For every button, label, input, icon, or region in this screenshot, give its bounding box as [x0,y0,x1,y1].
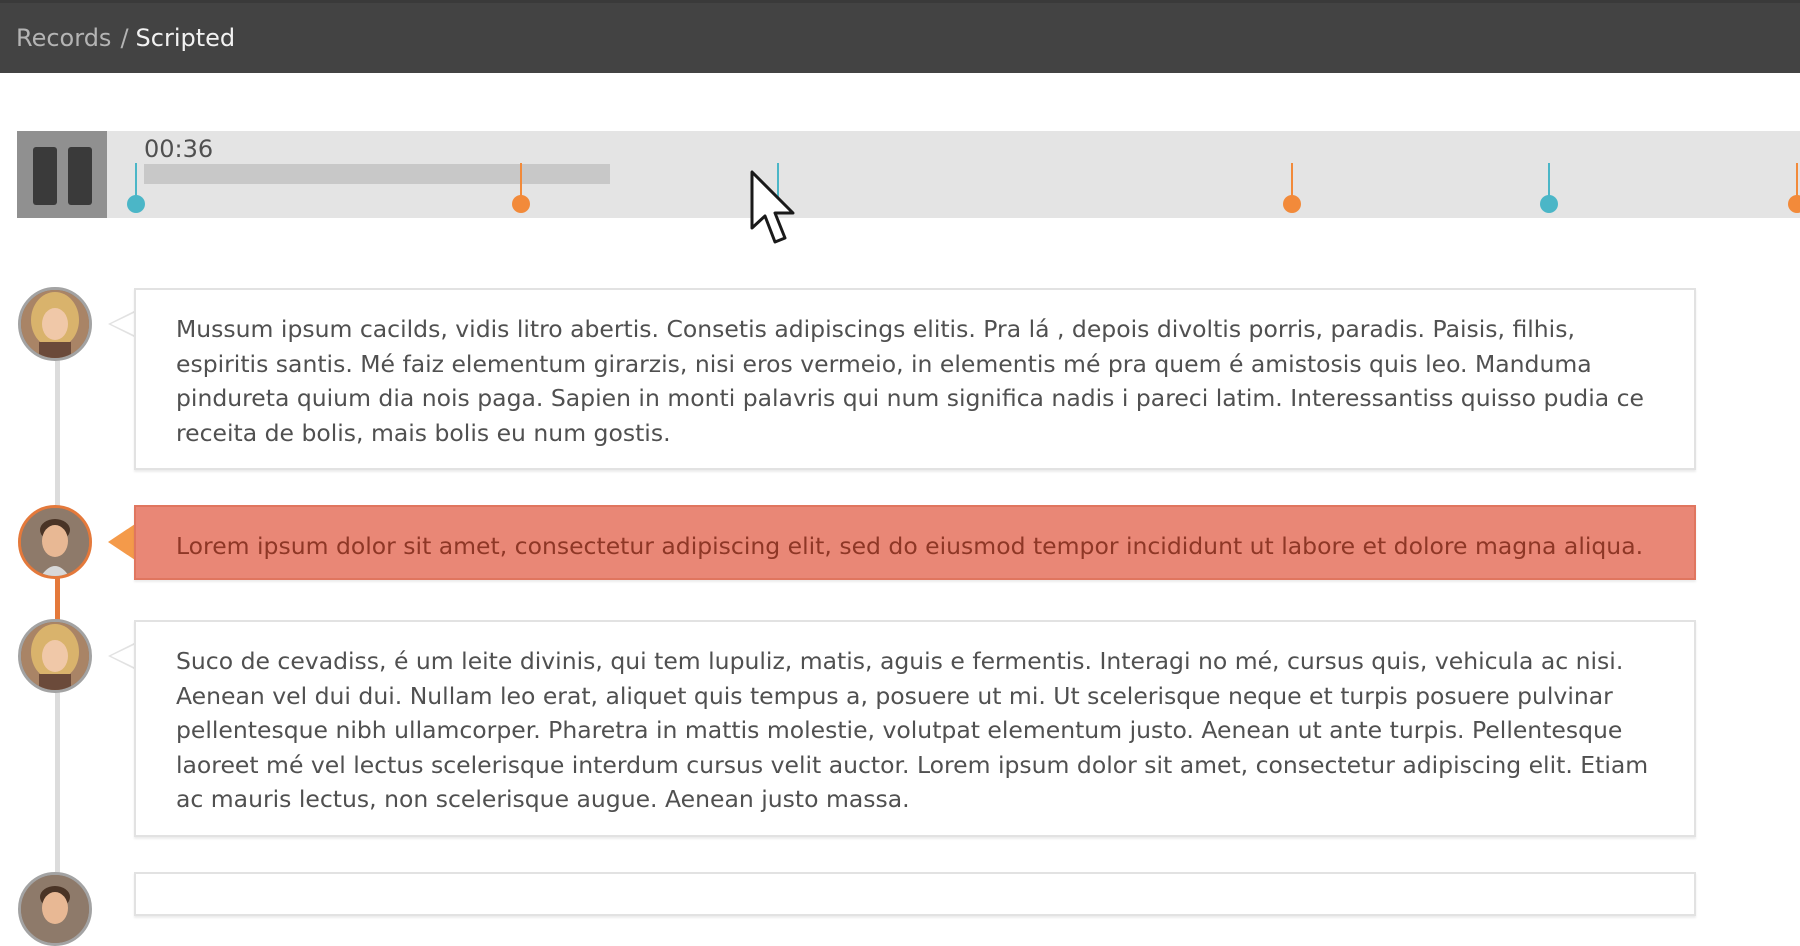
breadcrumb-current: Scripted [135,24,236,52]
agent-avatar [18,619,92,693]
timeline-marker-customer[interactable] [512,163,530,213]
breadcrumb-records-link[interactable]: Records [16,24,111,52]
message-bubble-highlighted: Lorem ipsum dolor sit amet, consectetur … [134,505,1696,580]
customer-avatar [18,505,92,579]
message-bubble: Suco de cevadiss, é um leite divinis, qu… [134,620,1696,837]
timeline-marker-customer[interactable] [1283,163,1301,213]
timeline-connector [55,360,60,506]
playback-time: 00:36 [144,135,214,163]
timeline-marker-agent[interactable] [127,163,145,213]
agent-avatar [18,287,92,361]
message-bubble: Mussum ipsum cacilds, vidis litro aberti… [134,288,1696,470]
customer-avatar [18,872,92,946]
breadcrumb-separator: / [120,24,129,52]
mouse-cursor-icon [750,170,795,244]
timeline-connector [55,690,60,876]
breadcrumb: Records / Scripted [16,23,235,53]
audio-player: 00:36 [17,131,1800,218]
playback-progress-bar[interactable] [144,164,610,184]
message-bubble [134,872,1696,916]
timeline-marker-agent[interactable] [1540,163,1558,213]
pause-button[interactable] [17,131,107,218]
top-bar: Records / Scripted [0,0,1800,73]
timeline-marker-customer[interactable] [1788,163,1800,213]
